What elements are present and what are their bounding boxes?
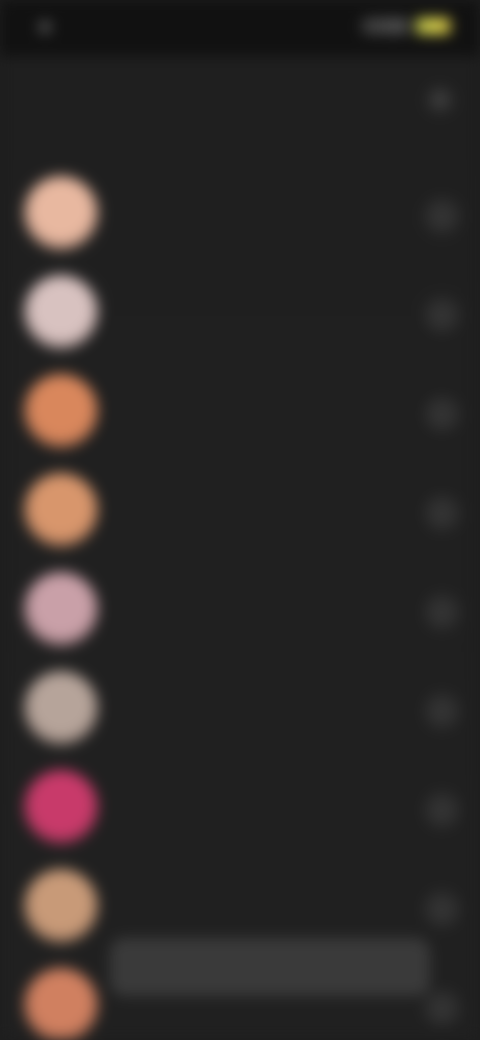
signal-icon: [362, 18, 408, 34]
sheet-header: ✕: [0, 56, 480, 156]
contact-list: › › › › › › › › ›: [0, 162, 480, 1040]
close-icon: ✕: [432, 90, 448, 110]
chevron-right-icon: ›: [439, 602, 445, 622]
chevron-right-icon: ›: [439, 998, 445, 1018]
status-bar: [0, 0, 480, 56]
contact-action-button[interactable]: ›: [424, 495, 460, 531]
chevron-right-icon: ›: [439, 404, 445, 424]
avatar[interactable]: [24, 176, 98, 250]
contact-row[interactable]: ›: [0, 162, 480, 261]
avatar[interactable]: [24, 572, 98, 646]
contact-row[interactable]: ›: [0, 360, 480, 459]
contact-action-button[interactable]: ›: [424, 396, 460, 432]
contact-row[interactable]: ›: [0, 558, 480, 657]
close-button[interactable]: ✕: [426, 86, 454, 114]
chevron-right-icon: ›: [439, 305, 445, 325]
contact-action-button[interactable]: ›: [424, 594, 460, 630]
avatar[interactable]: [24, 770, 98, 844]
chevron-right-icon: ›: [439, 503, 445, 523]
chevron-right-icon: ›: [439, 800, 445, 820]
contact-row[interactable]: ›: [0, 657, 480, 756]
app-screen: ✕ › › › › › › › › ›: [0, 0, 480, 1040]
contact-row[interactable]: ›: [0, 756, 480, 855]
contact-row[interactable]: ›: [0, 459, 480, 558]
battery-icon: [416, 18, 450, 34]
avatar[interactable]: [24, 968, 98, 1040]
toast-message: [110, 938, 430, 996]
chevron-right-icon: ›: [439, 701, 445, 721]
contact-action-button[interactable]: ›: [424, 891, 460, 927]
avatar[interactable]: [24, 473, 98, 547]
chevron-right-icon: ›: [439, 206, 445, 226]
avatar[interactable]: [24, 275, 98, 349]
contact-action-button[interactable]: ›: [424, 198, 460, 234]
status-left: [34, 16, 106, 38]
avatar[interactable]: [24, 869, 98, 943]
contact-action-button[interactable]: ›: [424, 990, 460, 1026]
avatar[interactable]: [24, 374, 98, 448]
contact-row[interactable]: ›: [0, 261, 480, 360]
chevron-right-icon: ›: [439, 899, 445, 919]
notification-icon: [34, 16, 56, 38]
avatar[interactable]: [24, 671, 98, 745]
status-right: [362, 18, 450, 34]
contact-action-button[interactable]: ›: [424, 792, 460, 828]
contact-action-button[interactable]: ›: [424, 693, 460, 729]
contact-action-button[interactable]: ›: [424, 297, 460, 333]
